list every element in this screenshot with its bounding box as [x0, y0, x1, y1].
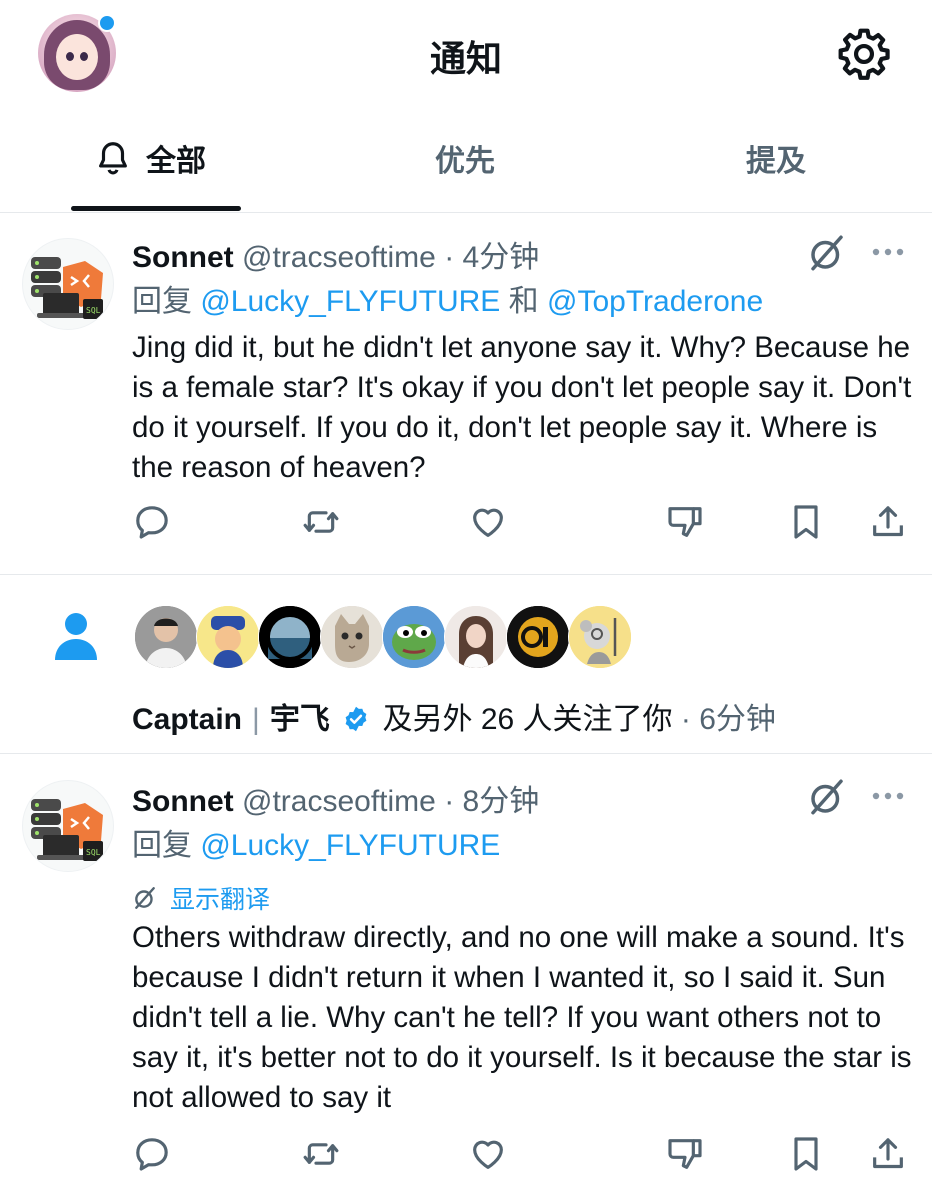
user-handle[interactable]: @tracseoftime [242, 785, 436, 818]
repost-icon[interactable] [300, 1134, 342, 1174]
bell-icon [99, 142, 127, 175]
follower-avatar[interactable] [568, 605, 632, 669]
reply-context: 回复 @Lucky_FLYFUTURE [132, 820, 500, 864]
reply-joiner: 和 [508, 285, 539, 318]
tweet-header: Sonnet @tracseoftime · 4分钟 [132, 232, 539, 276]
dislike-icon[interactable] [665, 1134, 705, 1174]
like-icon[interactable] [468, 1134, 508, 1174]
follower-avatar[interactable] [444, 605, 508, 669]
name-separator: | [252, 703, 260, 736]
follower-avatar[interactable] [196, 605, 260, 669]
active-tab-indicator [71, 206, 241, 211]
cartoon-captain-icon [197, 606, 259, 668]
kitten-icon [321, 606, 383, 668]
o1-logo-icon [507, 606, 569, 668]
grok-icon[interactable] [806, 232, 848, 274]
tab-priority[interactable]: 优先 [435, 136, 495, 180]
bookmark-icon[interactable] [786, 502, 826, 542]
reply-prefix: 回复 [132, 285, 192, 318]
follower-avatar[interactable] [506, 605, 570, 669]
reply-notification[interactable]: SQL Sonnet @tracseoftime · 4分钟 回复 @Lucky… [0, 212, 932, 574]
grok-icon[interactable] [806, 776, 848, 818]
mention-link[interactable]: @TopTraderone [547, 285, 763, 318]
share-icon[interactable] [868, 1134, 908, 1174]
more-options-icon[interactable] [870, 242, 906, 262]
mention-link[interactable]: @Lucky_FLYFUTURE [200, 829, 500, 862]
more-options-icon[interactable] [870, 786, 906, 806]
top-bar: 通知 全部 优先 提及 [0, 0, 932, 213]
reply-icon[interactable] [132, 1134, 172, 1174]
show-translation-link[interactable]: 显示翻译 [132, 880, 270, 916]
dislike-icon[interactable] [665, 502, 705, 542]
follow-summary: Captain | 宇飞 及另外 26 人关注了你 · 6分钟 [132, 694, 776, 738]
timestamp[interactable]: · 6分钟 [681, 703, 776, 736]
tab-mentions[interactable]: 提及 [746, 136, 806, 180]
server-logo-icon: SQL [31, 257, 103, 319]
page-title: 通知 [429, 38, 502, 79]
tab-label: 全部 [146, 145, 206, 178]
timestamp[interactable]: · 8分钟 [444, 785, 539, 818]
grok-icon [135, 887, 155, 909]
display-name[interactable]: Sonnet [132, 785, 234, 818]
ocean-circle-icon [259, 606, 321, 668]
server-logo-icon: SQL [31, 799, 103, 861]
user-handle[interactable]: @tracseoftime [242, 241, 436, 274]
follower-name[interactable]: 宇飞 [270, 703, 330, 736]
svg-text:SQL: SQL [86, 848, 101, 857]
follower-avatar[interactable] [382, 605, 446, 669]
timestamp[interactable]: · 4分钟 [444, 241, 539, 274]
svg-text:SQL: SQL [86, 306, 101, 315]
man-portrait-icon [135, 606, 197, 668]
display-name[interactable]: Sonnet [132, 241, 234, 274]
tweet-text: Others withdraw directly, and no one wil… [132, 921, 912, 1114]
person-icon [55, 613, 97, 660]
woman-portrait-icon [445, 606, 507, 668]
reply-context: 回复 @Lucky_FLYFUTURE 和 @TopTraderone [132, 276, 763, 320]
like-icon[interactable] [468, 502, 508, 542]
pepe-frog-icon [383, 606, 445, 668]
avatar[interactable]: SQL [22, 238, 114, 330]
tweet-text: Jing did it, but he didn't let anyone sa… [132, 331, 912, 484]
follower-name[interactable]: Captain [132, 703, 242, 736]
bookmark-icon[interactable] [786, 1134, 826, 1174]
gear-icon[interactable] [836, 26, 892, 82]
reply-prefix: 回复 [132, 829, 192, 862]
repost-icon[interactable] [300, 502, 342, 542]
reply-icon[interactable] [132, 502, 172, 542]
verified-badge-icon [345, 706, 367, 732]
avatar[interactable]: SQL [22, 780, 114, 872]
follower-avatar[interactable] [134, 605, 198, 669]
mention-link[interactable]: @Lucky_FLYFUTURE [200, 285, 500, 318]
share-icon[interactable] [868, 502, 908, 542]
translate-label[interactable]: 显示翻译 [170, 880, 270, 916]
mouse-astronaut-icon [569, 606, 631, 668]
follower-avatar[interactable] [320, 605, 384, 669]
tweet-header: Sonnet @tracseoftime · 8分钟 [132, 776, 539, 820]
tab-all[interactable]: 全部 [94, 136, 206, 180]
follower-avatar[interactable] [258, 605, 322, 669]
follow-message: 及另外 26 人关注了你 [382, 703, 673, 736]
